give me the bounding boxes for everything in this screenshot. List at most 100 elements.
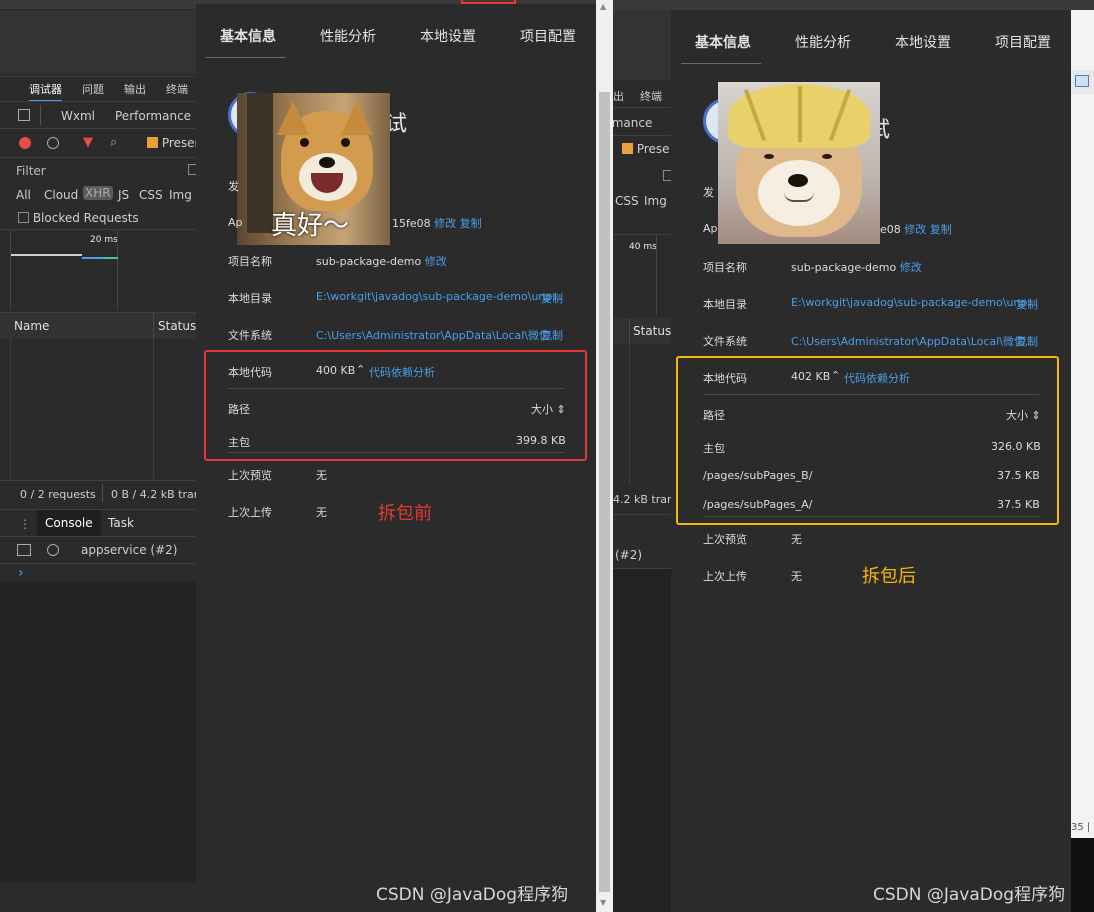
tab-performance[interactable]: rmance xyxy=(613,116,652,130)
devtools-header-blank xyxy=(613,10,671,80)
type-img[interactable]: Img xyxy=(644,194,667,208)
divider xyxy=(153,339,154,479)
local-code-size: 402 KB xyxy=(791,370,831,383)
appid-edit-link[interactable]: 修改 xyxy=(434,217,456,230)
scroll-up-icon[interactable]: ▲ xyxy=(600,2,606,11)
tab-basic-info[interactable]: 基本信息 xyxy=(695,32,751,52)
window-icon[interactable] xyxy=(1075,75,1089,87)
tab-issues[interactable]: 问题 xyxy=(82,81,104,97)
sidebar-toggle-icon[interactable] xyxy=(17,544,31,556)
record-icon[interactable] xyxy=(19,137,31,149)
size-sort-header[interactable]: 大小 ⇕ xyxy=(1006,407,1041,423)
tab-terminal[interactable]: 终端 xyxy=(166,81,188,97)
type-xhr[interactable]: XHR xyxy=(83,186,113,200)
scroll-thumb[interactable] xyxy=(599,92,610,892)
filter-input[interactable]: Filter xyxy=(16,164,46,178)
last-upload-value: 无 xyxy=(791,570,802,583)
blocked-requests-checkbox[interactable]: Blocked Requests xyxy=(18,211,139,225)
inspect-element-icon[interactable] xyxy=(18,109,30,121)
dog-eye-left xyxy=(300,138,309,147)
context-selector[interactable]: appservice (#2) xyxy=(81,543,177,557)
column-status[interactable]: Status xyxy=(633,324,671,338)
divider xyxy=(10,230,11,310)
dog-eye-left xyxy=(764,154,774,159)
file-system-path[interactable]: C:\Users\Administrator\AppData\Local\微信.… xyxy=(316,327,560,343)
tab-performance-analysis[interactable]: 性能分析 xyxy=(320,26,376,46)
context-selector[interactable]: (#2) xyxy=(615,548,642,562)
preserve-log-checkbox[interactable]: Prese xyxy=(622,142,670,156)
invert-checkbox[interactable] xyxy=(663,170,671,181)
dog-eye-right xyxy=(822,154,832,159)
type-css[interactable]: CSS xyxy=(139,188,163,202)
release-label: 发 xyxy=(228,180,239,193)
devtools-panel-secondary: 出 终端 rmance Prese CSS Img 40 ms Status 4… xyxy=(613,0,671,912)
dog-ear-left xyxy=(277,101,309,135)
scroll-down-icon[interactable]: ▼ xyxy=(600,898,606,907)
clear-icon[interactable] xyxy=(47,137,59,149)
invert-checkbox[interactable] xyxy=(188,164,196,175)
tab-project-config[interactable]: 项目配置 xyxy=(995,32,1051,52)
last-upload-label: 上次上传 xyxy=(228,506,272,519)
tab-task[interactable]: Task xyxy=(108,516,134,530)
column-status[interactable]: Status xyxy=(158,319,196,333)
column-name[interactable]: Name xyxy=(14,319,49,333)
project-name-row: sub-package-demo 修改 xyxy=(316,253,447,269)
file-system-copy-link[interactable]: 复制 xyxy=(1016,333,1038,349)
preserve-log-checkbox[interactable]: Preser xyxy=(147,136,196,150)
tab-local-settings[interactable]: 本地设置 xyxy=(420,26,476,46)
chevron-up-icon[interactable]: ⌃ xyxy=(356,363,365,376)
tab-performance-analysis[interactable]: 性能分析 xyxy=(795,32,851,52)
type-img[interactable]: Img xyxy=(169,188,192,202)
divider xyxy=(613,107,671,108)
tab-debugger[interactable]: 调试器 xyxy=(29,81,62,102)
file-system-path[interactable]: C:\Users\Administrator\AppData\Local\微信.… xyxy=(791,333,1035,349)
tab-console[interactable]: Console xyxy=(37,510,101,536)
divider xyxy=(0,157,196,158)
appid-row: 15fe08 修改 复制 xyxy=(392,215,482,231)
type-cloud[interactable]: Cloud xyxy=(44,188,78,202)
clear-console-icon[interactable] xyxy=(47,544,59,556)
divider xyxy=(629,344,630,484)
appid-copy-link[interactable]: 复制 xyxy=(460,217,482,230)
appid-value: 15fe08 xyxy=(392,217,431,230)
divider xyxy=(117,230,118,310)
local-dir-path[interactable]: E:\workgit\javadog\sub-package-demo\unp.… xyxy=(316,290,563,303)
timeline-overview[interactable]: 20 ms xyxy=(0,230,196,310)
chevron-up-icon[interactable]: ⌃ xyxy=(831,369,840,382)
tab-local-settings[interactable]: 本地设置 xyxy=(895,32,951,52)
size-sort-header[interactable]: 大小 ⇕ xyxy=(531,401,566,417)
dependency-analysis-link[interactable]: 代码依赖分析 xyxy=(844,370,910,386)
type-js[interactable]: JS xyxy=(118,188,129,202)
console-prompt[interactable]: › xyxy=(18,565,24,581)
dog-ear-right xyxy=(341,101,373,135)
appid-copy-link[interactable]: 复制 xyxy=(930,223,952,236)
timeline-bar xyxy=(82,257,102,259)
project-name-edit-link[interactable]: 修改 xyxy=(425,255,447,268)
type-all[interactable]: All xyxy=(16,188,31,202)
tab-terminal[interactable]: 终端 xyxy=(640,88,662,104)
panel-scrollbar[interactable]: ▲ ▼ xyxy=(596,0,613,912)
search-icon[interactable]: ⌕ xyxy=(110,135,117,150)
divider xyxy=(0,76,196,77)
local-dir-path[interactable]: E:\workgit\javadog\sub-package-demo\unp.… xyxy=(791,296,1038,309)
devtools-header-blank xyxy=(0,10,196,74)
tab-output[interactable]: 出 xyxy=(613,88,624,104)
dependency-analysis-link[interactable]: 代码依赖分析 xyxy=(369,364,435,380)
tab-project-config[interactable]: 项目配置 xyxy=(520,26,576,46)
project-name-edit-link[interactable]: 修改 xyxy=(900,261,922,274)
local-dir-copy-link[interactable]: 复制 xyxy=(1016,296,1038,312)
local-dir-copy-link[interactable]: 复制 xyxy=(541,290,563,306)
devtools-top-bar xyxy=(613,0,671,10)
file-system-copy-link[interactable]: 复制 xyxy=(541,327,563,343)
tab-output[interactable]: 输出 xyxy=(124,81,146,97)
tab-wxml[interactable]: Wxml xyxy=(61,109,95,123)
drawer-menu-icon[interactable]: ⋮ xyxy=(19,517,31,531)
file-system-label: 文件系统 xyxy=(703,335,747,348)
tab-basic-info[interactable]: 基本信息 xyxy=(220,26,276,46)
tab-performance[interactable]: Performance xyxy=(115,109,191,123)
active-tab-indicator xyxy=(681,63,761,64)
appid-edit-link[interactable]: 修改 xyxy=(904,223,926,236)
filter-icon[interactable]: ▼ xyxy=(83,135,93,150)
type-css[interactable]: CSS xyxy=(615,194,639,208)
last-upload-label: 上次上传 xyxy=(703,570,747,583)
